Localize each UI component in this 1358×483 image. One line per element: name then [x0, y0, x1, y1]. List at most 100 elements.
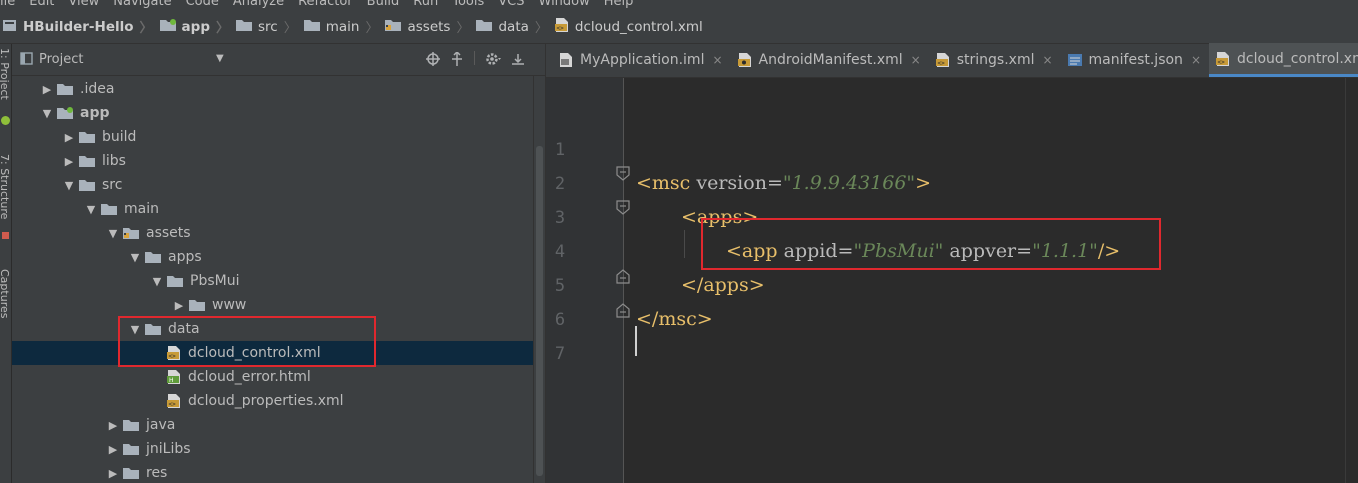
tree-item-label: build	[102, 129, 137, 145]
project-panel: Project ▼ ▶ res ▶ jniLibs ▶ java <> dcloud_prop…	[12, 44, 545, 483]
structure-tool-button[interactable]: 7: Structure	[0, 154, 11, 219]
tree-item-dcloud-properties-xml[interactable]: <> dcloud_properties.xml	[12, 389, 533, 413]
locate-file-icon[interactable]	[426, 51, 440, 70]
tree-item-www[interactable]: ▶ www	[12, 293, 533, 317]
close-icon[interactable]: ×	[712, 53, 722, 67]
close-icon[interactable]: ×	[1191, 53, 1201, 67]
menu-item-edit[interactable]: Edit	[29, 0, 54, 10]
fold-close-icon[interactable]	[615, 268, 631, 284]
hide-panel-icon[interactable]	[511, 51, 525, 70]
tree-item-app[interactable]: ▼ app	[12, 101, 533, 125]
expand-arrow-right-icon[interactable]: ▶	[38, 83, 56, 96]
expand-arrow-right-icon[interactable]: ▶	[104, 467, 122, 480]
expand-arrow-down-icon[interactable]: ▼	[148, 275, 166, 288]
toolbar-divider	[474, 51, 475, 65]
tab-label: MyApplication.iml	[580, 52, 705, 68]
expand-arrow-down-icon[interactable]: ▼	[104, 227, 122, 240]
project-icon	[2, 18, 18, 36]
editor-tabs: MyApplication.iml × AndroidManifest.xml × <>…	[546, 43, 1358, 78]
expand-arrow-down-icon[interactable]: ▼	[60, 179, 78, 192]
expand-arrow-right-icon[interactable]: ▶	[60, 131, 78, 144]
expand-arrow-down-icon[interactable]: ▼	[126, 251, 144, 264]
menu-item-help[interactable]: Help	[604, 0, 634, 10]
breadcrumb-separator-chevron-right-icon: 〉	[139, 21, 153, 36]
tree-item-apps[interactable]: ▼ apps	[12, 245, 533, 269]
tree-item-build[interactable]: ▶ build	[12, 125, 533, 149]
menu-item-vcs[interactable]: VCS	[498, 0, 524, 10]
html-file-icon: H	[166, 369, 182, 385]
close-icon[interactable]: ×	[911, 53, 921, 67]
code-editor[interactable]: 1234567 <msc version="1.9.9.43166"> <app…	[546, 78, 1358, 483]
tree-item-label: PbsMui	[190, 273, 240, 289]
fold-open-icon[interactable]	[615, 166, 631, 182]
expand-arrow-right-icon[interactable]: ▶	[60, 155, 78, 168]
code-line-6: </msc>	[636, 308, 713, 330]
project-panel-header: Project ▼	[12, 44, 545, 76]
menu-item-code[interactable]: Code	[186, 0, 219, 10]
expand-arrow-down-icon[interactable]: ▼	[38, 107, 56, 120]
tree-item-main[interactable]: ▼ main	[12, 197, 533, 221]
menu-item-run[interactable]: Run	[413, 0, 438, 10]
menu-item-build[interactable]: Build	[367, 0, 400, 10]
tab-dcloud-control-xml[interactable]: <>dcloud_control.xml×	[1209, 43, 1358, 77]
view-selector-chevron-down-icon[interactable]: ▼	[216, 53, 224, 64]
menu-item-refactor[interactable]: Refactor	[298, 0, 353, 10]
folder-folder-icon	[166, 274, 184, 288]
xml-file-icon: <>	[166, 393, 182, 409]
tree-item-pbsmui[interactable]: ▼ PbsMui	[12, 269, 533, 293]
breadcrumb-item-app[interactable]: app 〉	[157, 10, 233, 43]
captures-tool-button[interactable]: Captures	[0, 269, 11, 318]
fold-close-icon[interactable]	[615, 302, 631, 318]
breadcrumb-item-src[interactable]: src 〉	[233, 10, 301, 43]
tab-strings-xml[interactable]: <> strings.xml ×	[929, 43, 1061, 77]
menu-item-tools[interactable]: Tools	[452, 0, 484, 10]
expand-arrow-right-icon[interactable]: ▶	[104, 443, 122, 456]
folder-folder-icon	[78, 178, 96, 192]
tree-item-res[interactable]: ▶ res	[12, 461, 533, 483]
menu-item-window[interactable]: Window	[539, 0, 590, 10]
indent-guide	[684, 230, 685, 258]
fold-open-icon[interactable]	[615, 200, 631, 216]
close-icon[interactable]: ×	[1042, 53, 1052, 67]
tab-androidmanifest-xml[interactable]: AndroidManifest.xml ×	[731, 43, 929, 77]
breadcrumb-item-main[interactable]: main 〉	[301, 10, 383, 43]
menu-item-analyze[interactable]: Analyze	[233, 0, 284, 10]
expand-arrow-right-icon[interactable]: ▶	[104, 419, 122, 432]
project-tree-scrollbar[interactable]	[533, 76, 545, 483]
xml-file-icon: <>	[1215, 51, 1231, 67]
breadcrumb-item-dcloud-control-xml[interactable]: <> dcloud_control.xml	[552, 10, 707, 43]
tree-item-assets[interactable]: ▼ assets	[12, 221, 533, 245]
tree-item-jnilibs[interactable]: ▶ jniLibs	[12, 437, 533, 461]
module-folder-icon	[56, 106, 74, 120]
breadcrumb-label: HBuilder-Hello	[23, 18, 134, 35]
breadcrumb-label: src	[258, 18, 278, 35]
tree-item-java[interactable]: ▶ java	[12, 413, 533, 437]
tab-manifest-json[interactable]: manifest.json ×	[1061, 43, 1209, 77]
menu-item-navigate[interactable]: Navigate	[113, 0, 171, 10]
expand-arrow-right-icon[interactable]: ▶	[170, 299, 188, 312]
breadcrumb-separator-chevron-right-icon: 〉	[456, 21, 470, 36]
breadcrumb-item-hbuilder-hello[interactable]: HBuilder-Hello 〉	[0, 10, 157, 43]
scrollbar-thumb[interactable]	[536, 146, 543, 476]
project-panel-title: Project	[39, 52, 84, 67]
svg-text:H: H	[169, 377, 174, 384]
menu-item-ile[interactable]: ile	[0, 0, 15, 10]
manifest-file-icon	[737, 52, 753, 68]
breadcrumb-item-assets[interactable]: assets 〉	[382, 10, 473, 43]
folder-folder-icon	[78, 154, 96, 168]
project-tool-button[interactable]: 1: Project	[0, 48, 11, 100]
android-icon	[1, 116, 10, 125]
tree-item-src[interactable]: ▼ src	[12, 173, 533, 197]
gear-icon[interactable]	[485, 51, 501, 70]
tab-myapplication-iml[interactable]: MyApplication.iml ×	[552, 43, 731, 77]
tree-item--idea[interactable]: ▶ .idea	[12, 77, 533, 101]
editor-scrollbar[interactable]	[1345, 78, 1358, 483]
tree-item-dcloud-error-html[interactable]: Hdcloud_error.html	[12, 365, 533, 389]
tree-item-libs[interactable]: ▶ libs	[12, 149, 533, 173]
svg-text:<>: <>	[1218, 59, 1226, 66]
collapse-all-icon[interactable]	[450, 50, 464, 70]
expand-arrow-down-icon[interactable]: ▼	[82, 203, 100, 216]
menu-item-view[interactable]: View	[68, 0, 99, 10]
breadcrumb-item-data[interactable]: data 〉	[473, 10, 551, 43]
breadcrumb-label: assets	[407, 18, 451, 35]
